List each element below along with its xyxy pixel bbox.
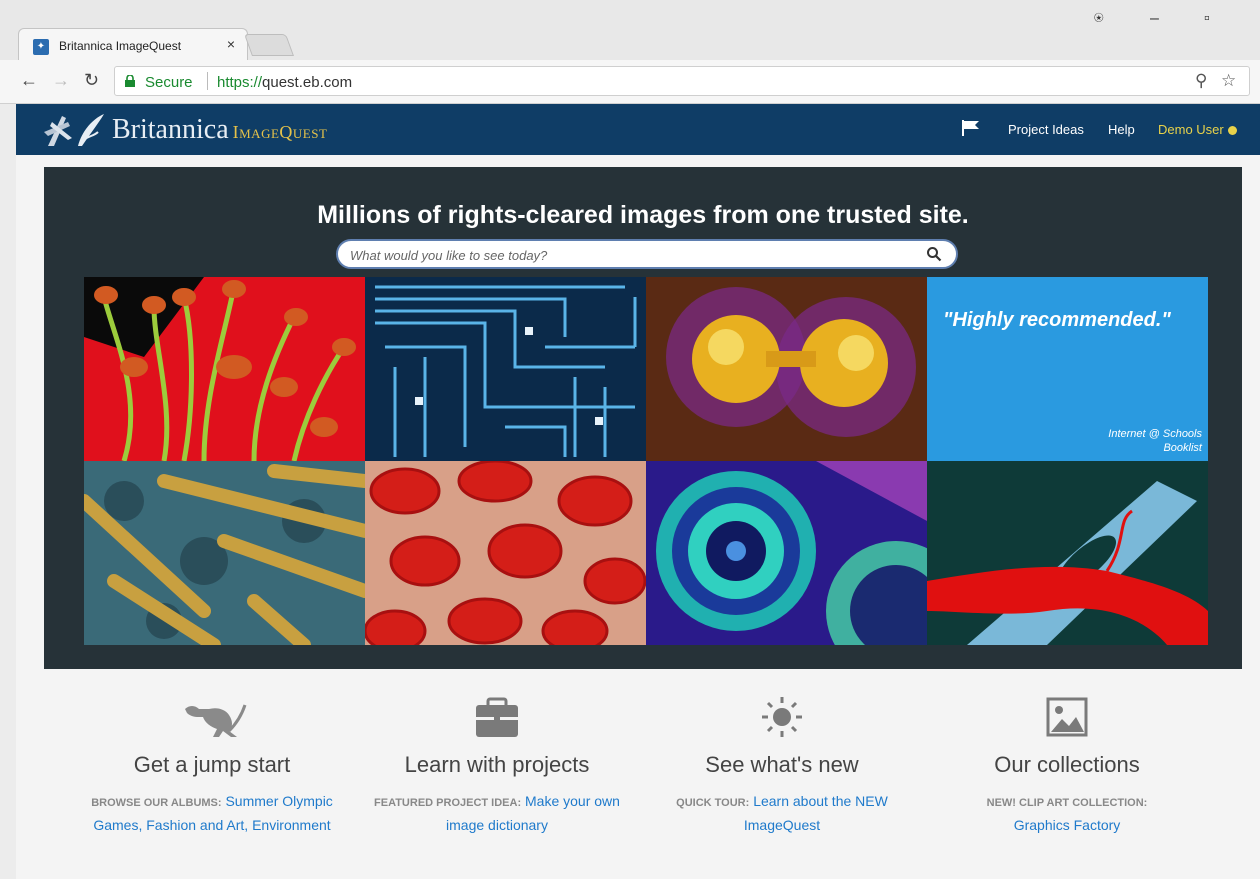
feature-row: Get a jump start BROWSE OUR ALBUMS: Summ… <box>72 695 1212 865</box>
feature-title: Get a jump start <box>133 752 291 777</box>
britannica-thistle-icon[interactable] <box>42 110 106 150</box>
hero-title: Millions of rights-cleared images from o… <box>317 201 969 229</box>
nav-demo-user[interactable]: Demo User <box>1158 122 1237 137</box>
nav-project-ideas[interactable]: Project Ideas <box>1008 122 1084 137</box>
user-status-icon <box>1227 126 1237 136</box>
search-input[interactable] <box>350 245 910 265</box>
minimize-icon[interactable]: – <box>1150 10 1159 28</box>
url-scheme: https:// <box>217 74 263 91</box>
kangaroo-icon[interactable] <box>177 695 247 739</box>
image-tile-blood-cells[interactable] <box>365 461 646 645</box>
favicon-icon: ✦ <box>33 39 49 55</box>
new-tab-button[interactable] <box>243 34 295 56</box>
url-host: quest.eb.com <box>262 74 353 91</box>
feature-title: See what's new <box>705 752 859 777</box>
feature-collections: Our collections NEW! CLIP ART COLLECTION… <box>927 695 1207 836</box>
search-box[interactable] <box>336 239 958 269</box>
testimonial-quote: "Highly recommended." <box>943 309 1171 331</box>
feature-desc: FEATURED PROJECT IDEA: Make your own ima… <box>357 790 637 836</box>
nav-help[interactable]: Help <box>1108 122 1135 137</box>
testimonial-source: Internet @ Schools Booklist <box>1108 428 1202 454</box>
forward-icon[interactable]: → <box>52 70 70 91</box>
browser-toolbar: ← → ↻ Secure https://quest.eb.com ⚲ ☆ <box>0 60 1260 104</box>
reload-icon[interactable]: ↻ <box>84 70 99 91</box>
feature-title: Our collections <box>994 752 1140 777</box>
image-icon[interactable] <box>1032 695 1102 739</box>
feature-desc: BROWSE OUR ALBUMS: Summer Olympic Games,… <box>72 790 352 836</box>
clip-art-link[interactable]: Graphics Factory <box>1014 817 1121 833</box>
image-tile-scales[interactable] <box>84 461 365 645</box>
lock-icon <box>125 75 135 87</box>
image-tile-cell-division[interactable] <box>646 277 927 461</box>
omnibox-divider <box>207 72 208 90</box>
feature-whats-new: See what's new QUICK TOUR: Learn about t… <box>642 695 922 836</box>
feature-projects: Learn with projects FEATURED PROJECT IDE… <box>357 695 637 836</box>
feature-desc: QUICK TOUR: Learn about the NEW ImageQue… <box>642 790 922 836</box>
back-icon[interactable]: ← <box>20 70 38 91</box>
image-tile-flower-stamens[interactable] <box>84 277 365 461</box>
feature-jump-start: Get a jump start BROWSE OUR ALBUMS: Summ… <box>72 695 352 836</box>
image-grid: "Highly recommended." Internet @ Schools… <box>84 277 1208 645</box>
zoom-icon[interactable]: ⚲ <box>1195 71 1207 91</box>
page-body: Millions of rights-cleared images from o… <box>16 155 1260 879</box>
url-text[interactable]: https://quest.eb.com <box>217 74 352 91</box>
testimonial-tile: "Highly recommended." Internet @ Schools… <box>927 277 1208 461</box>
browser-tab[interactable]: ✦ Britannica ImageQuest × <box>18 28 248 62</box>
logo-main: Britannica <box>112 114 229 145</box>
quick-tour-link[interactable]: Learn about the NEW ImageQuest <box>744 793 888 833</box>
site-header: Britannica ImageQuest Project Ideas Help … <box>16 104 1260 155</box>
tab-title: Britannica ImageQuest <box>59 39 182 53</box>
browser-tabstrip: ✦ Britannica ImageQuest × ⍟ – ▫ <box>0 0 1260 62</box>
sun-icon[interactable] <box>747 695 817 739</box>
feature-label: NEW! CLIP ART COLLECTION: <box>986 797 1148 809</box>
secure-label: Secure <box>145 74 193 91</box>
image-tile-diatom[interactable] <box>646 461 927 645</box>
bookmark-star-icon[interactable]: ☆ <box>1221 71 1236 91</box>
briefcase-icon[interactable] <box>462 695 532 739</box>
feature-label: BROWSE OUR ALBUMS: <box>91 797 222 809</box>
image-tile-microchip[interactable] <box>365 277 646 461</box>
flag-icon[interactable] <box>962 120 980 136</box>
logo-sub: ImageQuest <box>232 122 328 142</box>
feature-label: QUICK TOUR: <box>676 797 750 809</box>
tab-close-icon[interactable]: × <box>227 36 235 52</box>
feature-desc: NEW! CLIP ART COLLECTION: Graphics Factor… <box>927 790 1207 836</box>
feature-title: Learn with projects <box>404 752 590 777</box>
address-bar[interactable]: Secure https://quest.eb.com ⚲ ☆ <box>114 66 1250 96</box>
britannica-logo[interactable]: Britannica ImageQuest <box>112 114 327 146</box>
profile-icon[interactable]: ⍟ <box>1094 10 1104 28</box>
hero-banner: Millions of rights-cleared images from o… <box>44 167 1242 669</box>
search-icon[interactable] <box>926 246 942 262</box>
maximize-icon[interactable]: ▫ <box>1204 10 1210 28</box>
demo-user-label: Demo User <box>1158 122 1224 137</box>
feature-label: FEATURED PROJECT IDEA: <box>374 797 522 809</box>
image-tile-needle-thread[interactable] <box>927 461 1208 645</box>
